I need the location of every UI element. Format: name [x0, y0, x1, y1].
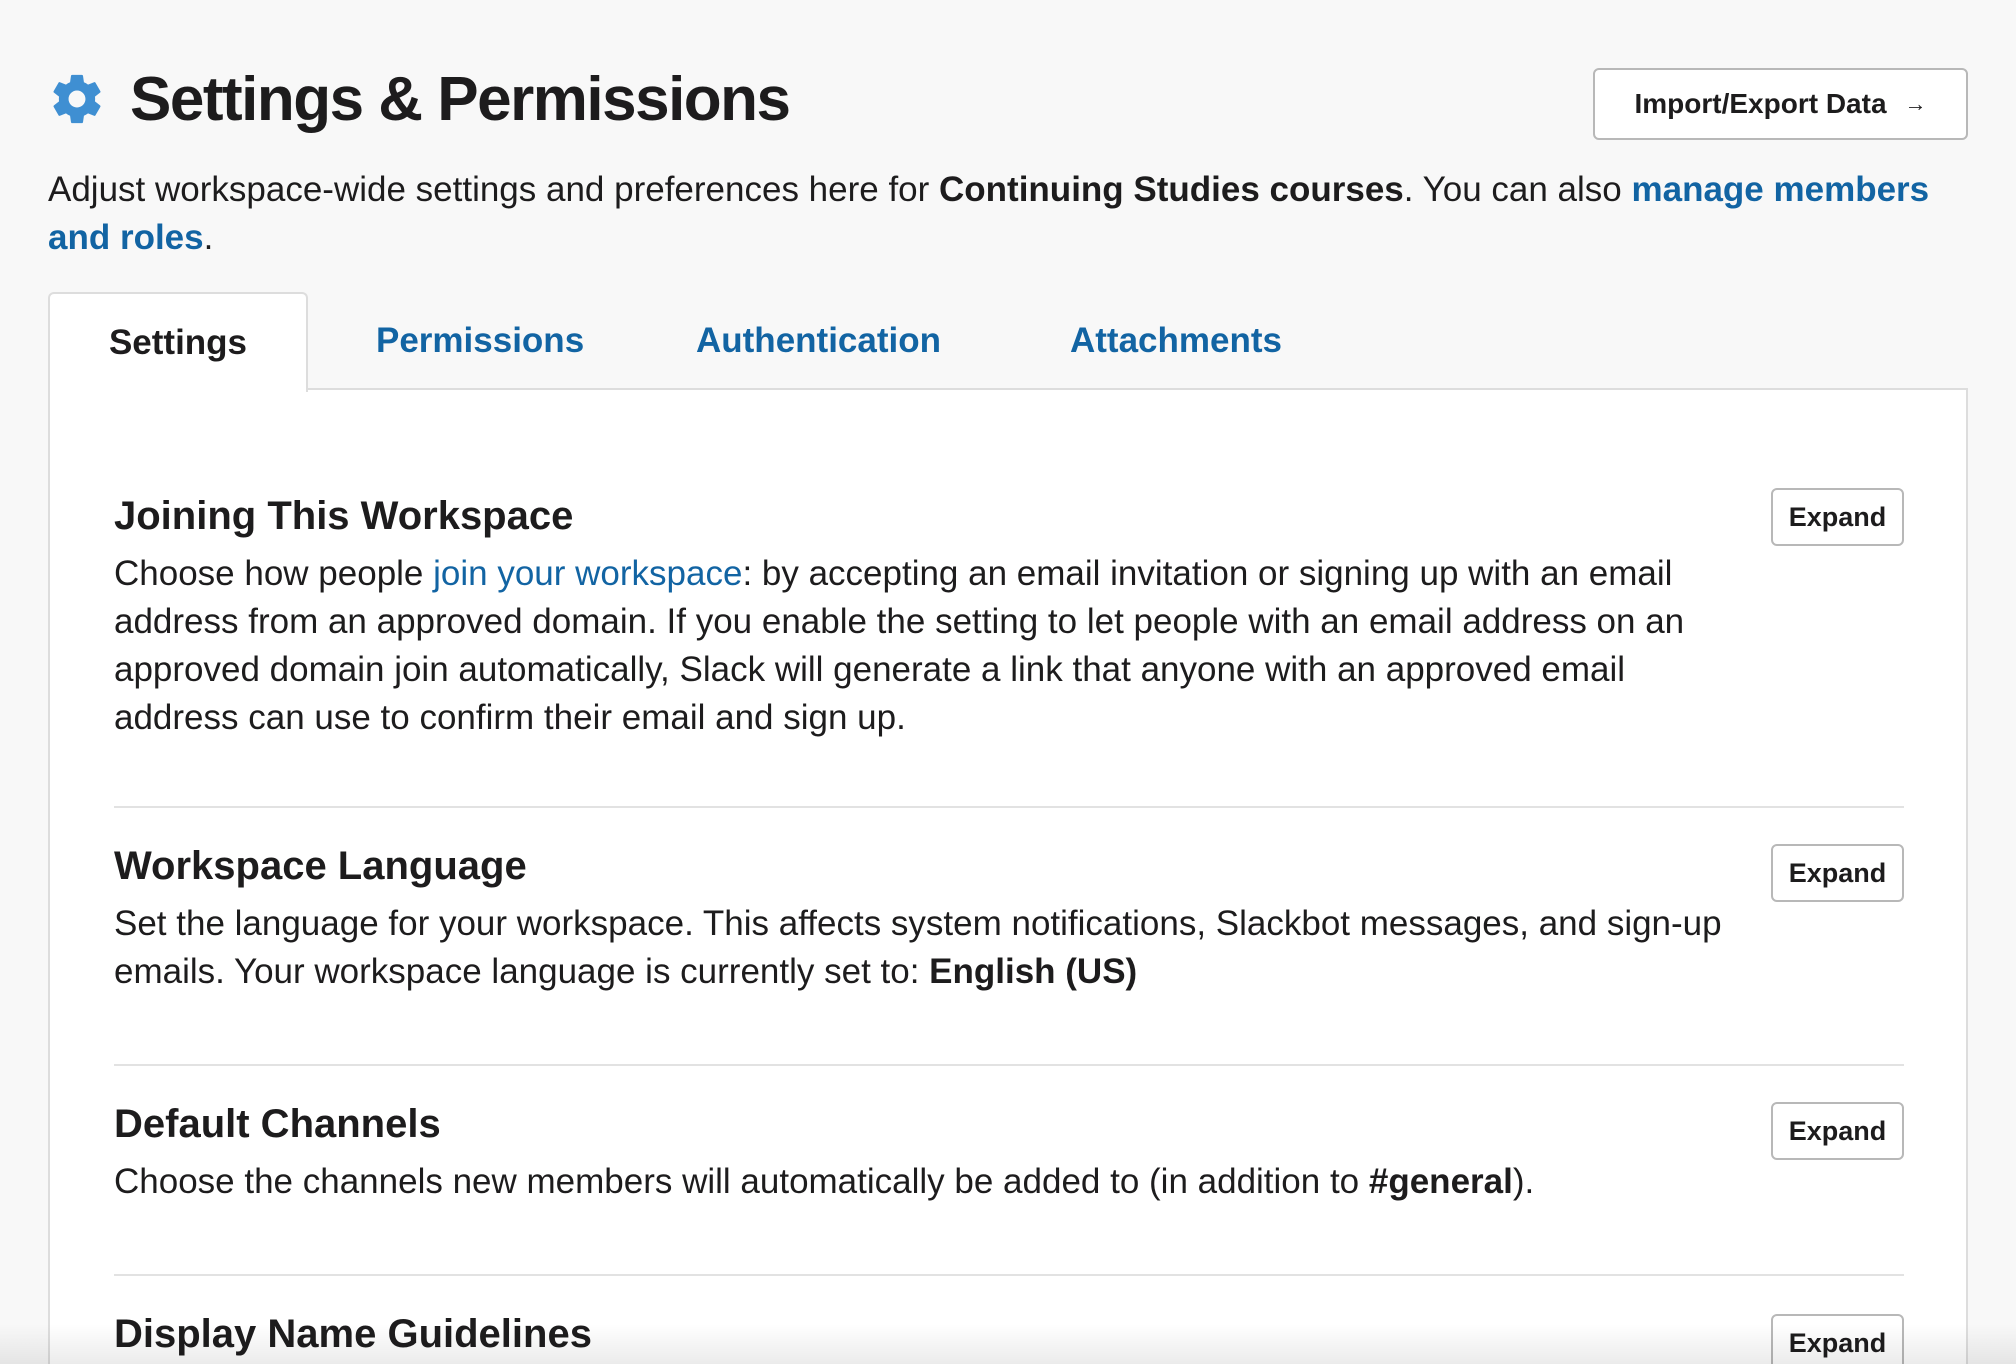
section-description: Set the language for your workspace. Thi… — [114, 900, 1724, 996]
divider — [114, 806, 1904, 808]
workspace-name: Continuing Studies courses — [939, 170, 1404, 209]
intro-text-after: . — [203, 218, 214, 257]
intro-text-middle: . You can also — [1403, 170, 1632, 209]
divider — [114, 1064, 1904, 1066]
divider — [114, 1274, 1904, 1276]
page-header: Settings & Permissions Import/Export Dat… — [48, 56, 1968, 156]
import-export-button[interactable]: Import/Export Data → — [1593, 68, 1968, 140]
section-title: Joining This Workspace — [114, 494, 574, 538]
section-workspace-language: Workspace Language Set the language for … — [114, 840, 1904, 996]
intro-text: Adjust workspace-wide settings and prefe… — [48, 166, 1968, 262]
tab-permissions[interactable]: Permissions — [376, 292, 584, 390]
section-default-channels: Default Channels Choose the channels new… — [114, 1098, 1904, 1206]
section-title: Default Channels — [114, 1102, 441, 1146]
expand-button[interactable]: Expand — [1771, 488, 1904, 546]
intro-text-before: Adjust workspace-wide settings and prefe… — [48, 170, 940, 209]
section-description: Choose the channels new members will aut… — [114, 1158, 1724, 1206]
current-language: English (US) — [929, 952, 1138, 991]
description-text: Choose how people — [114, 554, 434, 593]
section-joining-workspace: Joining This Workspace Choose how people… — [114, 488, 1904, 742]
bottom-shadow — [0, 1324, 2016, 1364]
description-text: Set the language for your workspace. Thi… — [114, 904, 1722, 991]
tab-settings[interactable]: Settings — [48, 292, 308, 392]
expand-button[interactable]: Expand — [1771, 844, 1904, 902]
settings-panel: Joining This Workspace Choose how people… — [48, 388, 1968, 1364]
join-workspace-link[interactable]: join your workspace — [433, 554, 742, 593]
expand-button[interactable]: Expand — [1771, 1102, 1904, 1160]
arrow-right-icon: → — [1904, 91, 1927, 116]
section-description: Choose how people join your workspace: b… — [114, 550, 1724, 742]
general-channel: #general — [1368, 1162, 1513, 1201]
gear-icon — [53, 74, 101, 124]
tab-authentication[interactable]: Authentication — [696, 292, 941, 390]
section-title: Workspace Language — [114, 844, 527, 888]
import-export-label: Import/Export Data — [1634, 88, 1887, 119]
description-text: ). — [1512, 1162, 1535, 1201]
tab-attachments[interactable]: Attachments — [1070, 292, 1282, 390]
description-text: Choose the channels new members will aut… — [114, 1162, 1369, 1201]
tab-bar: Settings Permissions Authentication Atta… — [48, 292, 1968, 392]
page-title: Settings & Permissions — [130, 65, 791, 134]
